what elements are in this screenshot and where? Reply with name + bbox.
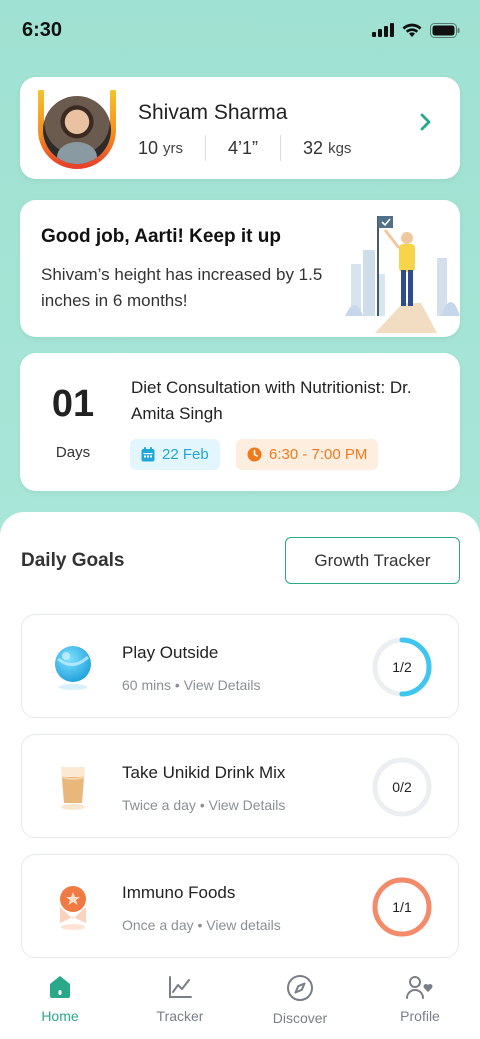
daily-goals-title: Daily Goals (21, 550, 125, 571)
goal-progress-ring: 0/2 (372, 757, 432, 817)
goal-progress-ring: 1/2 (372, 637, 432, 697)
tab-profile[interactable]: Profile (360, 962, 480, 1039)
child-stats: 10 yrs 4’1” 32 kgs (138, 135, 373, 161)
goal-progress-ring: 1/1 (372, 877, 432, 937)
compass-icon (287, 975, 313, 1001)
goal-subtitle[interactable]: 60 mins • View Details (122, 677, 260, 693)
height-value: 4’1” (228, 137, 259, 158)
praise-title: Good job, Aarti! Keep it up (41, 226, 281, 247)
home-icon (50, 976, 70, 998)
goal-subtitle[interactable]: Twice a day • View Details (122, 797, 285, 813)
weight-unit: kgs (328, 139, 352, 157)
goal-progress-label: 1/1 (392, 899, 412, 915)
daily-goals-sheet: Daily Goals Growth Tracker Play Outside … (0, 512, 480, 1039)
status-time: 6:30 (22, 18, 63, 41)
days-remaining: 01 (51, 383, 95, 425)
wifi-icon (402, 23, 422, 37)
signal-icon (372, 23, 394, 37)
battery-icon (430, 22, 460, 38)
praise-message: Shivam’s height has increased by 1.5 inc… (41, 265, 323, 310)
progress-praise-card: Good job, Aarti! Keep it up Shivam’s hei… (20, 200, 460, 337)
age-unit: yrs (163, 139, 184, 157)
goal-card-drink-mix[interactable]: Take Unikid Drink Mix Twice a day • View… (21, 734, 459, 838)
tab-tracker[interactable]: Tracker (120, 962, 240, 1039)
weight-stat: 32 kgs (280, 135, 373, 161)
age-value: 10 (138, 137, 159, 158)
consultation-time: 6:30 - 7:00 PM (269, 446, 368, 463)
days-label: Days (55, 444, 91, 461)
calendar-icon (141, 447, 155, 462)
tab-label: Tracker (156, 1008, 204, 1024)
avatar (43, 96, 111, 164)
drink-glass-icon (61, 767, 85, 810)
child-name: Shivam Sharma (138, 101, 288, 124)
status-icons (372, 22, 460, 38)
goal-card-play-outside[interactable]: Play Outside 60 mins • View Details 1/2 (21, 614, 459, 718)
goal-subtitle[interactable]: Once a day • View details (122, 917, 281, 933)
tab-label: Home (41, 1008, 79, 1024)
bottom-tab-bar: Home Tracker Discover Profile (0, 962, 480, 1039)
goal-title: Immuno Foods (122, 883, 236, 902)
profile-heart-icon (406, 976, 433, 999)
tab-label: Profile (400, 1008, 440, 1024)
chevron-right-icon[interactable] (420, 113, 432, 131)
time-chip: 6:30 - 7:00 PM (236, 439, 379, 470)
tab-label: Discover (272, 1010, 328, 1026)
goal-title: Take Unikid Drink Mix (122, 763, 286, 782)
medal-icon (60, 886, 86, 930)
chart-icon (169, 976, 192, 998)
mountain-flag-illustration (345, 216, 460, 333)
date-chip: 22 Feb (130, 439, 220, 470)
tab-discover[interactable]: Discover (240, 962, 360, 1039)
child-profile-card[interactable]: Shivam Sharma 10 yrs 4’1” 32 kgs (20, 77, 460, 179)
status-bar: 6:30 (0, 0, 480, 60)
height-stat: 4’1” (205, 135, 280, 161)
goal-progress-label: 1/2 (392, 659, 412, 675)
goal-card-immuno-foods[interactable]: Immuno Foods Once a day • View details 1… (21, 854, 459, 958)
goal-title: Play Outside (122, 643, 219, 662)
clock-icon (247, 447, 262, 462)
tab-home[interactable]: Home (0, 962, 120, 1039)
goal-progress-label: 0/2 (392, 779, 412, 795)
ball-icon (55, 646, 91, 690)
age-stat: 10 yrs (138, 135, 205, 161)
consultation-date: 22 Feb (162, 446, 209, 463)
avatar-ring (37, 90, 117, 170)
weight-value: 32 (303, 137, 324, 158)
growth-tracker-button[interactable]: Growth Tracker (285, 537, 460, 584)
consultation-title: Diet Consultation with Nutritionist: Dr.… (131, 378, 412, 423)
consultation-card[interactable]: 01 Days Diet Consultation with Nutrition… (20, 353, 460, 491)
